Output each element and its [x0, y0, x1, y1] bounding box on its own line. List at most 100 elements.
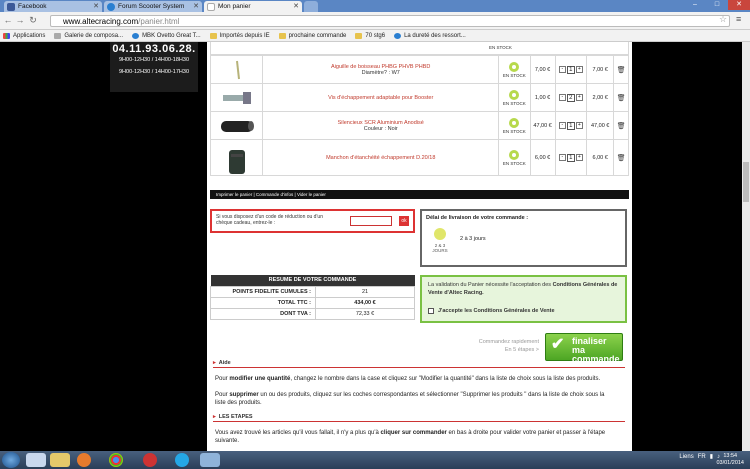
tab-label: Forum Scooter System: [118, 3, 185, 10]
decrement-button[interactable]: -: [558, 66, 566, 73]
back-icon[interactable]: ←: [3, 15, 13, 25]
bookmark-label: 70 stg6: [365, 32, 386, 39]
system-tray: Liens FR ▮ ♪: [679, 453, 720, 461]
product-thumbnail[interactable]: [209, 83, 264, 112]
page-icon: [207, 3, 215, 11]
quantity-input[interactable]: 1: [566, 153, 575, 162]
network-icon[interactable]: ▮: [710, 453, 713, 460]
summary-value: 72,33 €: [315, 307, 415, 320]
product-info: Manchon d'étanchéité échappement D.20/18: [262, 139, 500, 176]
quantity-input[interactable]: 2: [566, 93, 575, 102]
bookmark-prochaine[interactable]: prochaine commande: [278, 32, 346, 39]
product-info: Vis d'échappement adaptable pour Booster: [262, 83, 500, 112]
menu-icon[interactable]: ≡: [736, 14, 741, 24]
tab-facebook[interactable]: Facebook ✕: [4, 1, 102, 12]
product-name[interactable]: Manchon d'étanchéité échappement D.20/18: [263, 155, 498, 161]
product-info: Aiguille de boisseau PHBG PHVB PHBD Diam…: [262, 55, 500, 84]
quick-order-link[interactable]: Commandez rapidement En 5 étapes >: [447, 338, 539, 354]
minimize-button[interactable]: –: [684, 0, 706, 10]
coupon-text: Si vous disposez d'un code de réduction …: [216, 214, 323, 226]
trash-icon[interactable]: 🗑: [617, 67, 626, 74]
close-window-button[interactable]: ✕: [728, 0, 750, 10]
media-player-icon[interactable]: [77, 453, 91, 467]
chrome-icon[interactable]: [109, 453, 123, 467]
terms-checkbox-label[interactable]: J'accepte les Conditions Générales de Ve…: [438, 308, 555, 314]
bookmark-applications[interactable]: Applications: [3, 32, 45, 39]
bookmark-star-icon[interactable]: ☆: [719, 14, 727, 25]
close-tab-icon[interactable]: ✕: [193, 2, 199, 10]
forum-icon: [394, 32, 402, 39]
delete-cell: 🗑: [613, 111, 629, 140]
bookmark-70stg6[interactable]: 70 stg6: [355, 32, 386, 39]
close-tab-icon[interactable]: ✕: [93, 2, 99, 10]
unit-price: 6,00 €: [529, 139, 556, 176]
start-button[interactable]: [2, 452, 20, 468]
trash-icon[interactable]: 🗑: [617, 95, 626, 102]
help-section-title: ▸ Aide: [213, 360, 625, 368]
terms-text: La validation du Panier nécessite l'acce…: [428, 281, 619, 297]
paint-icon[interactable]: [200, 453, 220, 467]
tab-mon-panier[interactable]: Mon panier ✕: [204, 1, 302, 12]
url-domain: www.altecracing.com: [63, 17, 139, 26]
trash-icon[interactable]: 🗑: [617, 155, 626, 162]
delete-cell: 🗑: [613, 83, 629, 112]
increment-button[interactable]: +: [575, 154, 583, 161]
text: Pour: [215, 376, 230, 382]
explorer-icon[interactable]: [50, 453, 70, 467]
decrement-button[interactable]: -: [558, 122, 566, 129]
opening-hours-weekday: 9H00-12H30 / 14H00-18H30: [118, 57, 190, 63]
delivery-icon: [434, 228, 446, 240]
language-indicator[interactable]: FR: [698, 454, 706, 460]
terms-checkbox-row[interactable]: J'accepte les Conditions Générales de Ve…: [428, 308, 555, 314]
bookmark-durete[interactable]: La dureté des ressort...: [394, 32, 466, 39]
steps-paragraph: Vous avez trouvé les articles qu'il vous…: [215, 429, 615, 445]
stock-status: EN STOCK: [489, 45, 512, 50]
page-scrollbar[interactable]: [742, 42, 750, 451]
unit-price: 7,00 €: [529, 55, 556, 84]
product-thumbnail[interactable]: [209, 139, 264, 176]
bookmark-label: Importés depuis IE: [219, 32, 270, 39]
bookmark-mbk[interactable]: MBK Ovetto Great T...: [132, 32, 201, 39]
product-thumbnail[interactable]: [209, 55, 264, 84]
product-thumbnail[interactable]: [209, 111, 264, 140]
finalize-order-button[interactable]: ✔ finaliser ma commande: [545, 333, 623, 364]
table-row: Vis d'échappement adaptable pour Booster…: [209, 83, 629, 112]
product-info: Silencieux SCR Aluminium Anodisé Couleur…: [262, 111, 500, 140]
summary-header: RESUME DE VOTRE COMMANDE: [210, 275, 415, 286]
reload-icon[interactable]: ↻: [28, 15, 38, 26]
new-tab-button[interactable]: [304, 1, 318, 12]
skype-icon[interactable]: [175, 453, 189, 467]
product-name[interactable]: Vis d'échappement adaptable pour Booster: [263, 95, 498, 101]
quantity-input[interactable]: 1: [566, 121, 575, 130]
contact-box: 04.11.93.06.28. 9H00-12H30 / 14H00-18H30…: [110, 42, 198, 92]
text-bold: cliquer sur commander: [380, 430, 447, 436]
text: un ou des produits, cliquez sur les coch…: [215, 392, 605, 406]
coupon-input[interactable]: [350, 216, 392, 226]
delivery-title: Délai de livraison de votre commande :: [426, 215, 529, 221]
coupon-ok-button[interactable]: ok: [399, 216, 409, 226]
folder-icon: [209, 32, 217, 39]
forward-icon[interactable]: →: [15, 15, 25, 25]
bookmark-label: MBK Ovetto Great T...: [142, 32, 201, 39]
app-icon[interactable]: [143, 453, 157, 467]
stock-icon: [509, 117, 520, 128]
url-input[interactable]: www.altecracing.com/panier.html: [50, 15, 730, 27]
decrement-button[interactable]: -: [558, 94, 566, 101]
decrement-button[interactable]: -: [558, 154, 566, 161]
scrollbar-thumb[interactable]: [743, 162, 749, 202]
bookmark-importes[interactable]: Importés depuis IE: [209, 32, 270, 39]
terms-checkbox[interactable]: [428, 308, 434, 314]
increment-button[interactable]: +: [575, 94, 583, 101]
clock[interactable]: 13:54 03/01/2014: [716, 453, 744, 467]
ie-icon[interactable]: [26, 453, 46, 467]
quantity-input[interactable]: 1: [566, 65, 575, 74]
trash-icon[interactable]: 🗑: [617, 123, 626, 130]
links-toolbar[interactable]: Liens: [679, 454, 693, 460]
increment-button[interactable]: +: [575, 66, 583, 73]
cart-footer-links[interactable]: Imprimer le panier | Commande d'infos | …: [210, 190, 629, 199]
increment-button[interactable]: +: [575, 122, 583, 129]
tab-forum[interactable]: Forum Scooter System ✕: [104, 1, 202, 12]
bookmark-galerie[interactable]: Galerie de composa...: [54, 32, 123, 39]
close-tab-icon[interactable]: ✕: [293, 2, 299, 10]
maximize-button[interactable]: □: [706, 0, 728, 10]
